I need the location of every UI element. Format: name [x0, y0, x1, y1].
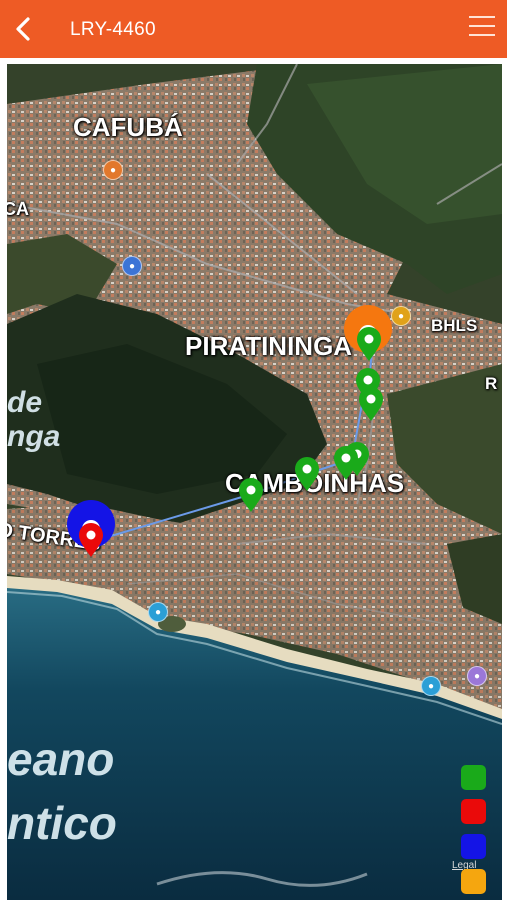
place-label-ca: CA	[7, 199, 29, 219]
ocean-label-1: eano	[7, 733, 115, 785]
place-label-cafuba: CAFUBÁ	[73, 112, 183, 142]
fuel-poi-icon[interactable]: ●	[122, 256, 142, 276]
green-pin-marker[interactable]	[332, 445, 360, 481]
shop-poi-icon[interactable]: ●	[391, 306, 411, 326]
lagoon-label-1: de	[7, 386, 43, 419]
place-label-piratininga: PIRATININGA	[185, 331, 353, 361]
green-pin-marker[interactable]	[237, 477, 265, 513]
ocean-label-2: ntico	[7, 797, 117, 849]
page-title: LRY-4460	[70, 19, 156, 40]
green-pin-marker[interactable]	[357, 386, 385, 422]
satellite-map[interactable]: CAFUBÁ PIRATININGA CAMBOINHAS BHLS O TOR…	[7, 64, 502, 900]
food-poi-icon[interactable]: ●	[103, 160, 123, 180]
beach-poi-icon[interactable]: ●	[148, 602, 168, 622]
hotel-poi-icon[interactable]: ●	[467, 666, 487, 686]
place-label-bhls: BHLS	[431, 316, 478, 335]
legend-green-square[interactable]	[461, 765, 486, 790]
app-header: LRY-4460	[0, 0, 507, 58]
place-label-r: R	[485, 374, 498, 393]
green-pin-marker[interactable]	[293, 456, 321, 492]
lagoon-label-2: nga	[7, 420, 61, 453]
legend-red-square[interactable]	[461, 799, 486, 824]
chevron-left-icon	[16, 17, 30, 41]
hamburger-menu-icon[interactable]	[469, 16, 495, 40]
beach-poi-icon-2[interactable]: ●	[421, 676, 441, 696]
legend-orange-square[interactable]	[461, 869, 486, 894]
green-pin-marker[interactable]	[355, 326, 383, 362]
back-button[interactable]	[8, 13, 40, 45]
legend-blue-square[interactable]	[461, 834, 486, 859]
red-pin-marker[interactable]	[77, 522, 105, 558]
